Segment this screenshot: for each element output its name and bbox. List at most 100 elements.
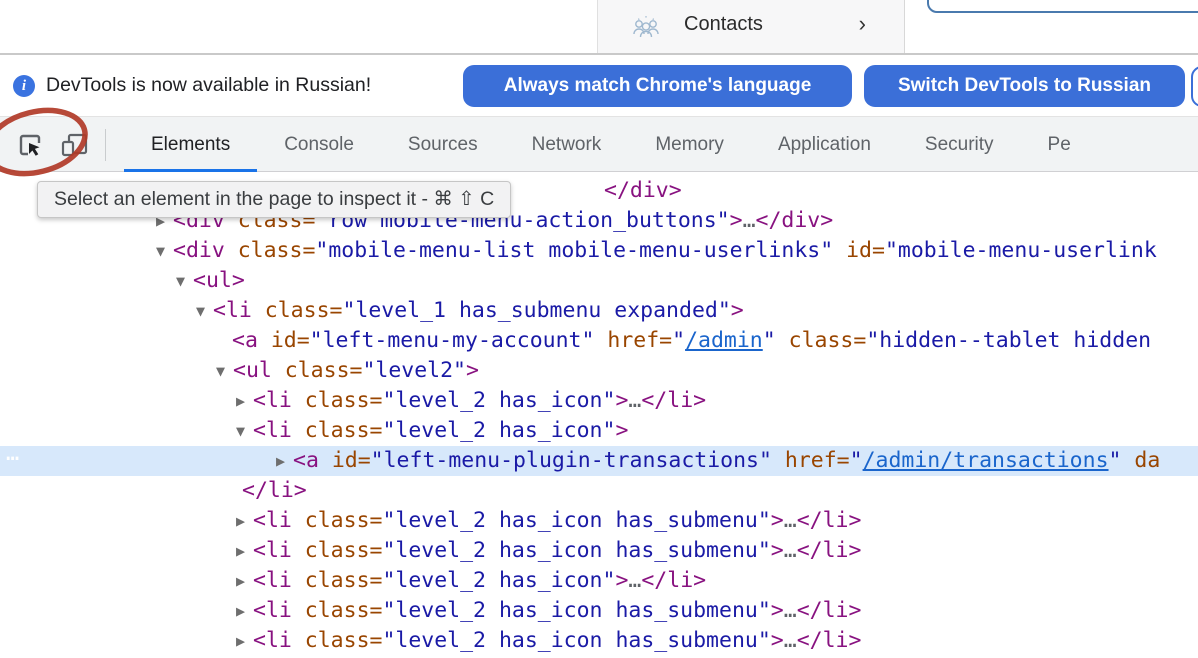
inspect-element-icon[interactable] (15, 130, 45, 160)
code-token: class= (292, 418, 383, 443)
code-line[interactable]: ▼<div class="mobile-menu-list mobile-men… (0, 236, 1198, 266)
code-token: /admin (685, 328, 763, 353)
tab-console[interactable]: Console (257, 117, 381, 172)
code-token: "level_2 has_icon has_submenu" (382, 538, 770, 563)
code-token: id= (258, 328, 310, 353)
menu-item-contacts[interactable]: Contacts › (598, 0, 904, 53)
code-line[interactable]: ▼<li class="level_1 has_submenu expanded… (0, 296, 1198, 326)
code-line-content: ▶<li class="level_2 has_icon has_submenu… (0, 626, 861, 656)
code-token: "level_2 has_icon has_submenu" (382, 508, 770, 533)
code-token: <a (293, 448, 319, 473)
toggle-device-toolbar-icon[interactable] (60, 130, 90, 160)
code-token: <li (253, 598, 292, 623)
code-token: " (672, 328, 685, 353)
code-token: </li> (797, 628, 862, 653)
tab-sources[interactable]: Sources (381, 117, 505, 172)
code-token: id= (319, 448, 371, 473)
code-token: "level2" (362, 358, 466, 383)
tab-memory[interactable]: Memory (628, 117, 751, 172)
always-match-language-button[interactable]: Always match Chrome's language (463, 65, 852, 107)
code-line[interactable]: ▼<ul class="level2"> (0, 356, 1198, 386)
tab-pe[interactable]: Pe (1021, 117, 1098, 172)
devtools-toolbar: ElementsConsoleSourcesNetworkMemoryAppli… (0, 116, 1198, 172)
code-line[interactable]: ▶<li class="level_2 has_icon has_submenu… (0, 536, 1198, 566)
code-token: "level_2 has_icon" (382, 568, 615, 593)
code-line[interactable]: ▼<li class="level_2 has_icon"> (0, 416, 1198, 446)
code-token: class= (292, 388, 383, 413)
infobar-message: DevTools is now available in Russian! (46, 74, 371, 97)
expander-arrow-collapsed[interactable]: ▶ (236, 626, 253, 656)
code-token: class= (292, 538, 383, 563)
expander-arrow-expanded[interactable]: ▼ (156, 236, 173, 266)
code-token: <li (253, 508, 292, 533)
code-token: <li (253, 568, 292, 593)
code-token: … (743, 208, 756, 233)
code-line[interactable]: ▶<li class="level_2 has_icon has_submenu… (0, 626, 1198, 656)
code-line[interactable]: </li> (0, 476, 1198, 506)
selected-row-ellipsis-button[interactable]: … (6, 439, 20, 469)
code-token: </div> (756, 208, 834, 233)
code-token: </div> (604, 178, 682, 203)
code-token: class= (292, 628, 383, 653)
expander-arrow-expanded[interactable]: ▼ (216, 356, 233, 386)
code-line-selected[interactable]: …▶<a id="left-menu-plugin-transactions" … (0, 446, 1198, 476)
code-token: da (1121, 448, 1160, 473)
code-line-content: ▶<li class="level_2 has_icon has_submenu… (0, 596, 861, 626)
expander-arrow-collapsed[interactable]: ▶ (236, 596, 253, 626)
expander-arrow-collapsed[interactable]: ▶ (276, 446, 293, 476)
code-line-content: ▶<li class="level_2 has_icon">…</li> (0, 386, 706, 416)
code-line[interactable]: ▼<ul> (0, 266, 1198, 296)
contacts-group-icon (631, 13, 661, 41)
devtools-language-infobar: i DevTools is now available in Russian! … (0, 55, 1198, 116)
tab-security[interactable]: Security (898, 117, 1021, 172)
code-token: "level_2 has_icon" (382, 388, 615, 413)
code-line-content: ▼<li class="level_2 has_icon"> (0, 416, 628, 446)
expander-arrow-expanded[interactable]: ▼ (236, 416, 253, 446)
clipped-infobar-button[interactable] (1191, 66, 1198, 107)
code-token: > (771, 508, 784, 533)
code-token: class= (292, 598, 383, 623)
code-token: class= (776, 328, 867, 353)
code-token: > (615, 418, 628, 443)
expander-arrow-expanded[interactable]: ▼ (176, 266, 193, 296)
code-line[interactable]: ▶<li class="level_2 has_icon">…</li> (0, 386, 1198, 416)
code-token: " (850, 448, 863, 473)
expander-arrow-expanded[interactable]: ▼ (196, 296, 213, 326)
code-token: </li> (641, 568, 706, 593)
toolbar-separator (105, 129, 106, 161)
code-token: </li> (797, 538, 862, 563)
code-token: <li (253, 388, 292, 413)
code-line-content: ▶<li class="level_2 has_icon has_submenu… (0, 506, 861, 536)
code-token: … (784, 508, 797, 533)
expander-arrow-collapsed[interactable]: ▶ (236, 506, 253, 536)
expander-arrow-collapsed[interactable]: ▶ (236, 386, 253, 416)
tab-elements[interactable]: Elements (124, 117, 257, 172)
code-token: > (615, 388, 628, 413)
info-icon: i (13, 75, 35, 97)
code-token: "left-menu-my-account" (310, 328, 595, 353)
code-token: "mobile-menu-list mobile-menu-userlinks" (315, 238, 833, 263)
devtools-tab-bar: ElementsConsoleSourcesNetworkMemoryAppli… (124, 117, 1098, 172)
expander-arrow-collapsed[interactable]: ▶ (236, 536, 253, 566)
code-token: > (731, 298, 744, 323)
code-token: … (628, 388, 641, 413)
tab-application[interactable]: Application (751, 117, 898, 172)
code-token: <div (173, 238, 225, 263)
switch-devtools-russian-button[interactable]: Switch DevTools to Russian (864, 65, 1185, 107)
code-token: </li> (797, 598, 862, 623)
code-line-content: ▶<li class="level_2 has_icon has_submenu… (0, 536, 861, 566)
inspect-tooltip: Select an element in the page to inspect… (37, 181, 511, 218)
code-line[interactable]: <a id="left-menu-my-account" href="/admi… (0, 326, 1198, 356)
code-token: " (1109, 448, 1122, 473)
code-line[interactable]: ▶<li class="level_2 has_icon">…</li> (0, 566, 1198, 596)
page-preview-strip: Contacts › (0, 0, 1198, 55)
code-line[interactable]: ▶<li class="level_2 has_icon has_submenu… (0, 506, 1198, 536)
code-token: </li> (242, 478, 307, 503)
code-token: "mobile-menu-userlink (885, 238, 1157, 263)
tab-network[interactable]: Network (505, 117, 629, 172)
code-token: "level_2 has_icon has_submenu" (382, 598, 770, 623)
expander-arrow-collapsed[interactable]: ▶ (236, 566, 253, 596)
focused-form-control[interactable] (927, 0, 1198, 13)
code-token: href= (772, 448, 850, 473)
code-line[interactable]: ▶<li class="level_2 has_icon has_submenu… (0, 596, 1198, 626)
